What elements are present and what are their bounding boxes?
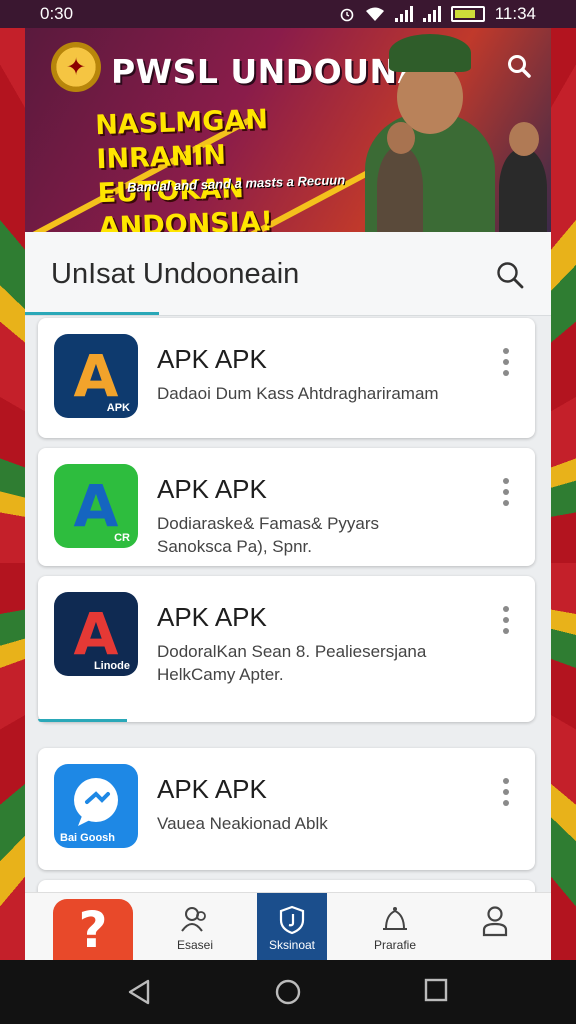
- section-header: UnIsat Undooneain: [25, 232, 551, 316]
- status-time: 0:30: [40, 4, 74, 23]
- nav-item-prarafie[interactable]: Prarafie: [350, 893, 440, 960]
- nav-item-esasei[interactable]: Esasei: [150, 893, 240, 960]
- status-clock: 11:34: [494, 4, 536, 23]
- banner-search-button[interactable]: [501, 48, 537, 84]
- banner-person-right-head: [509, 122, 539, 156]
- app-icon: A APK: [54, 334, 138, 418]
- app-description: Dadaoi Dum Kass Ahtdraghariramam: [157, 382, 487, 405]
- app-description: DodoralKan Sean 8. Pealiesersjana HelkCa…: [157, 640, 487, 686]
- app-card[interactable]: A Linode APK APK DodoralKan Sean 8. Peal…: [38, 576, 535, 722]
- app-description-line: Vauea Neakionad Ablk: [157, 814, 328, 833]
- alarm-icon: [340, 8, 354, 22]
- app-window: ✦ PWSL UNDOUNAM NASLMGAN INRANIN EUTOKAN…: [25, 28, 551, 960]
- status-icons: 11:34: [339, 4, 536, 24]
- nav-label: Prarafie: [373, 938, 417, 952]
- users-icon: [181, 907, 206, 932]
- banner-headline-line: NASLMGAN INRANIN: [94, 104, 269, 176]
- app-description-line: Dadaoi Dum Kass Ahtdraghariramam: [157, 384, 439, 403]
- app-name: APK APK: [157, 774, 267, 804]
- nav-item-profile[interactable]: [450, 893, 540, 960]
- system-navigation-bar: [0, 960, 576, 1024]
- section-title: UnIsat Undooneain: [51, 258, 300, 290]
- app-card[interactable]: A CR APK APK Dodiaraske& Famas& Pyyars S…: [38, 448, 535, 566]
- recents-icon: [424, 978, 448, 1002]
- signal-icon: [394, 6, 413, 22]
- app-icon: A CR: [54, 464, 138, 548]
- more-options-icon[interactable]: [503, 348, 511, 381]
- battery-icon: [450, 6, 485, 22]
- profile-icon: [482, 906, 508, 937]
- download-progress-bar: [38, 719, 128, 722]
- more-options-icon[interactable]: [503, 606, 511, 639]
- banner-person-right: [499, 148, 547, 232]
- nav-item-sksinoat[interactable]: Sksinoat: [257, 893, 327, 960]
- app-name: APK APK: [157, 602, 267, 632]
- search-icon: [497, 262, 524, 289]
- app-description-line: Sanokscа Pa), Spnr.: [157, 537, 312, 556]
- bottom-navigation: ? Esasei Sksinoat Prarafie: [25, 892, 551, 960]
- banner-headline: NASLMGAN INRANIN EUTOKAN ANDONSIA!: [95, 99, 400, 232]
- shield-icon: [279, 905, 305, 935]
- app-description-line: HelkCamy Apter.: [157, 665, 284, 684]
- bell-person-icon: [383, 907, 407, 930]
- nav-label: Esasei: [176, 938, 214, 952]
- app-icon: Bai Goosh: [54, 764, 138, 848]
- app-icon-tag: CR: [114, 532, 130, 544]
- more-options-icon[interactable]: [503, 778, 511, 811]
- signal-icon: [422, 6, 441, 22]
- back-icon: [128, 979, 150, 1005]
- app-description-line: Dodiaraske& Famas& Pyyars: [157, 514, 380, 533]
- app-name: APK APK: [157, 474, 267, 504]
- banner-soldier-cap: [389, 34, 471, 72]
- app-icon-tag: APK: [106, 402, 130, 414]
- garuda-emblem-icon: ✦: [51, 42, 101, 92]
- more-options-icon[interactable]: [503, 478, 511, 511]
- home-icon: [275, 979, 301, 1005]
- app-description: Dodiaraske& Famas& Pyyars Sanokscа Pa), …: [157, 512, 487, 558]
- app-icon-tag: Bai Goosh: [60, 832, 116, 844]
- nav-label: Sksinoat: [268, 938, 316, 952]
- app-card[interactable]: A APK APK APK Dadaoi Dum Kass Ahtdraghar…: [38, 318, 535, 438]
- featured-app-icon[interactable]: ?: [53, 899, 133, 960]
- recents-button[interactable]: [424, 978, 448, 1007]
- promo-banner[interactable]: ✦ PWSL UNDOUNAM NASLMGAN INRANIN EUTOKAN…: [25, 28, 551, 232]
- search-icon: [508, 55, 531, 78]
- tab-indicator: [25, 312, 159, 315]
- app-icon: A Linode: [54, 592, 138, 676]
- section-search-button[interactable]: [495, 260, 525, 295]
- status-bar: 0:30 11:34: [0, 0, 576, 28]
- app-description-line: DodoralKan Sean 8. Pealiesersjana: [157, 642, 427, 661]
- app-name: APK APK: [157, 344, 267, 374]
- wifi-icon: [365, 7, 384, 21]
- back-button[interactable]: [126, 978, 152, 1011]
- app-icon-tag: Linode: [93, 660, 130, 672]
- app-card[interactable]: Bai Goosh APK APK Vauea Neakionad Ablk: [38, 748, 535, 870]
- banner-person-left: [377, 146, 423, 232]
- banner-person-left-head: [387, 122, 415, 154]
- app-description: Vauea Neakionad Ablk: [157, 812, 487, 835]
- home-button[interactable]: [274, 978, 302, 1011]
